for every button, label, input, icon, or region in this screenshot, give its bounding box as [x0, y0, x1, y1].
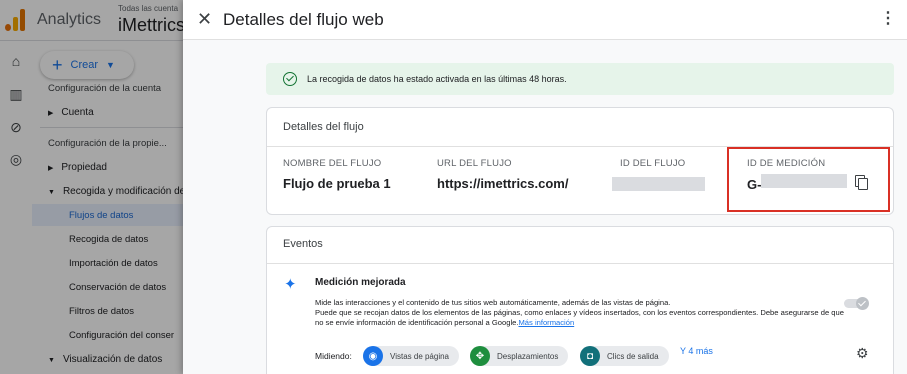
stream-name-label: NOMBRE DEL FLUJO — [283, 158, 382, 169]
close-icon[interactable]: ✕ — [197, 9, 212, 29]
more-events-link[interactable]: Y 4 más — [680, 346, 713, 356]
events-card: Eventos ✦ Medición mejorada Mide las int… — [266, 226, 894, 374]
panel-body: La recogida de datos ha estado activada … — [183, 40, 907, 374]
measuring-label: Midiendo: — [315, 351, 352, 361]
chip-page-views: ◉ Vistas de página — [363, 346, 460, 366]
check-circle-icon — [283, 72, 297, 86]
stream-details-panel: ✕ Detalles del flujo web ⋮ La recogida d… — [183, 0, 907, 374]
measurement-id-redacted — [761, 174, 847, 188]
stream-id-redacted — [612, 177, 705, 191]
more-options-icon[interactable]: ⋮ — [880, 10, 896, 28]
status-banner-text: La recogida de datos ha estado activada … — [307, 74, 567, 84]
panel-title: Detalles del flujo web — [223, 10, 384, 29]
panel-header: ✕ Detalles del flujo web ⋮ — [183, 0, 907, 40]
enhanced-measurement-toggle[interactable] — [844, 297, 869, 310]
chip-outbound-clicks: ◘ Clics de salida — [580, 346, 669, 366]
enhanced-measurement-desc: Mide las interacciones y el contenido de… — [315, 298, 671, 307]
stream-details-title: Detalles del flujo — [283, 121, 364, 133]
measurement-id-label: ID DE MEDICIÓN — [747, 158, 826, 169]
stream-details-card: Detalles del flujo NOMBRE DEL FLUJO Fluj… — [266, 107, 894, 215]
stream-id-label: ID DEL FLUJO — [620, 158, 686, 169]
more-info-link[interactable]: Más información — [518, 318, 574, 327]
status-banner: La recogida de datos ha estado activada … — [266, 63, 894, 95]
events-title: Eventos — [283, 238, 323, 250]
stream-url-label: URL DEL FLUJO — [437, 158, 512, 169]
eye-icon: ◉ — [363, 346, 383, 366]
chip-scrolls: ✥ Desplazamientos — [470, 346, 569, 366]
gear-icon[interactable]: ⚙ — [856, 346, 869, 360]
modal-scrim[interactable] — [0, 0, 183, 374]
stream-url-value: https://imettrics.com/ — [437, 176, 569, 191]
mouse-icon: ◘ — [580, 346, 600, 366]
scroll-arrows-icon: ✥ — [470, 346, 490, 366]
sparkle-icon: ✦ — [284, 276, 297, 293]
stream-name-value: Flujo de prueba 1 — [283, 176, 391, 191]
enhanced-measurement-subdesc: Puede que se recojan datos de los elemen… — [315, 308, 844, 327]
copy-icon[interactable] — [855, 175, 869, 191]
measurement-id-prefix: G- — [747, 177, 762, 192]
enhanced-measurement-title: Medición mejorada — [315, 277, 406, 288]
